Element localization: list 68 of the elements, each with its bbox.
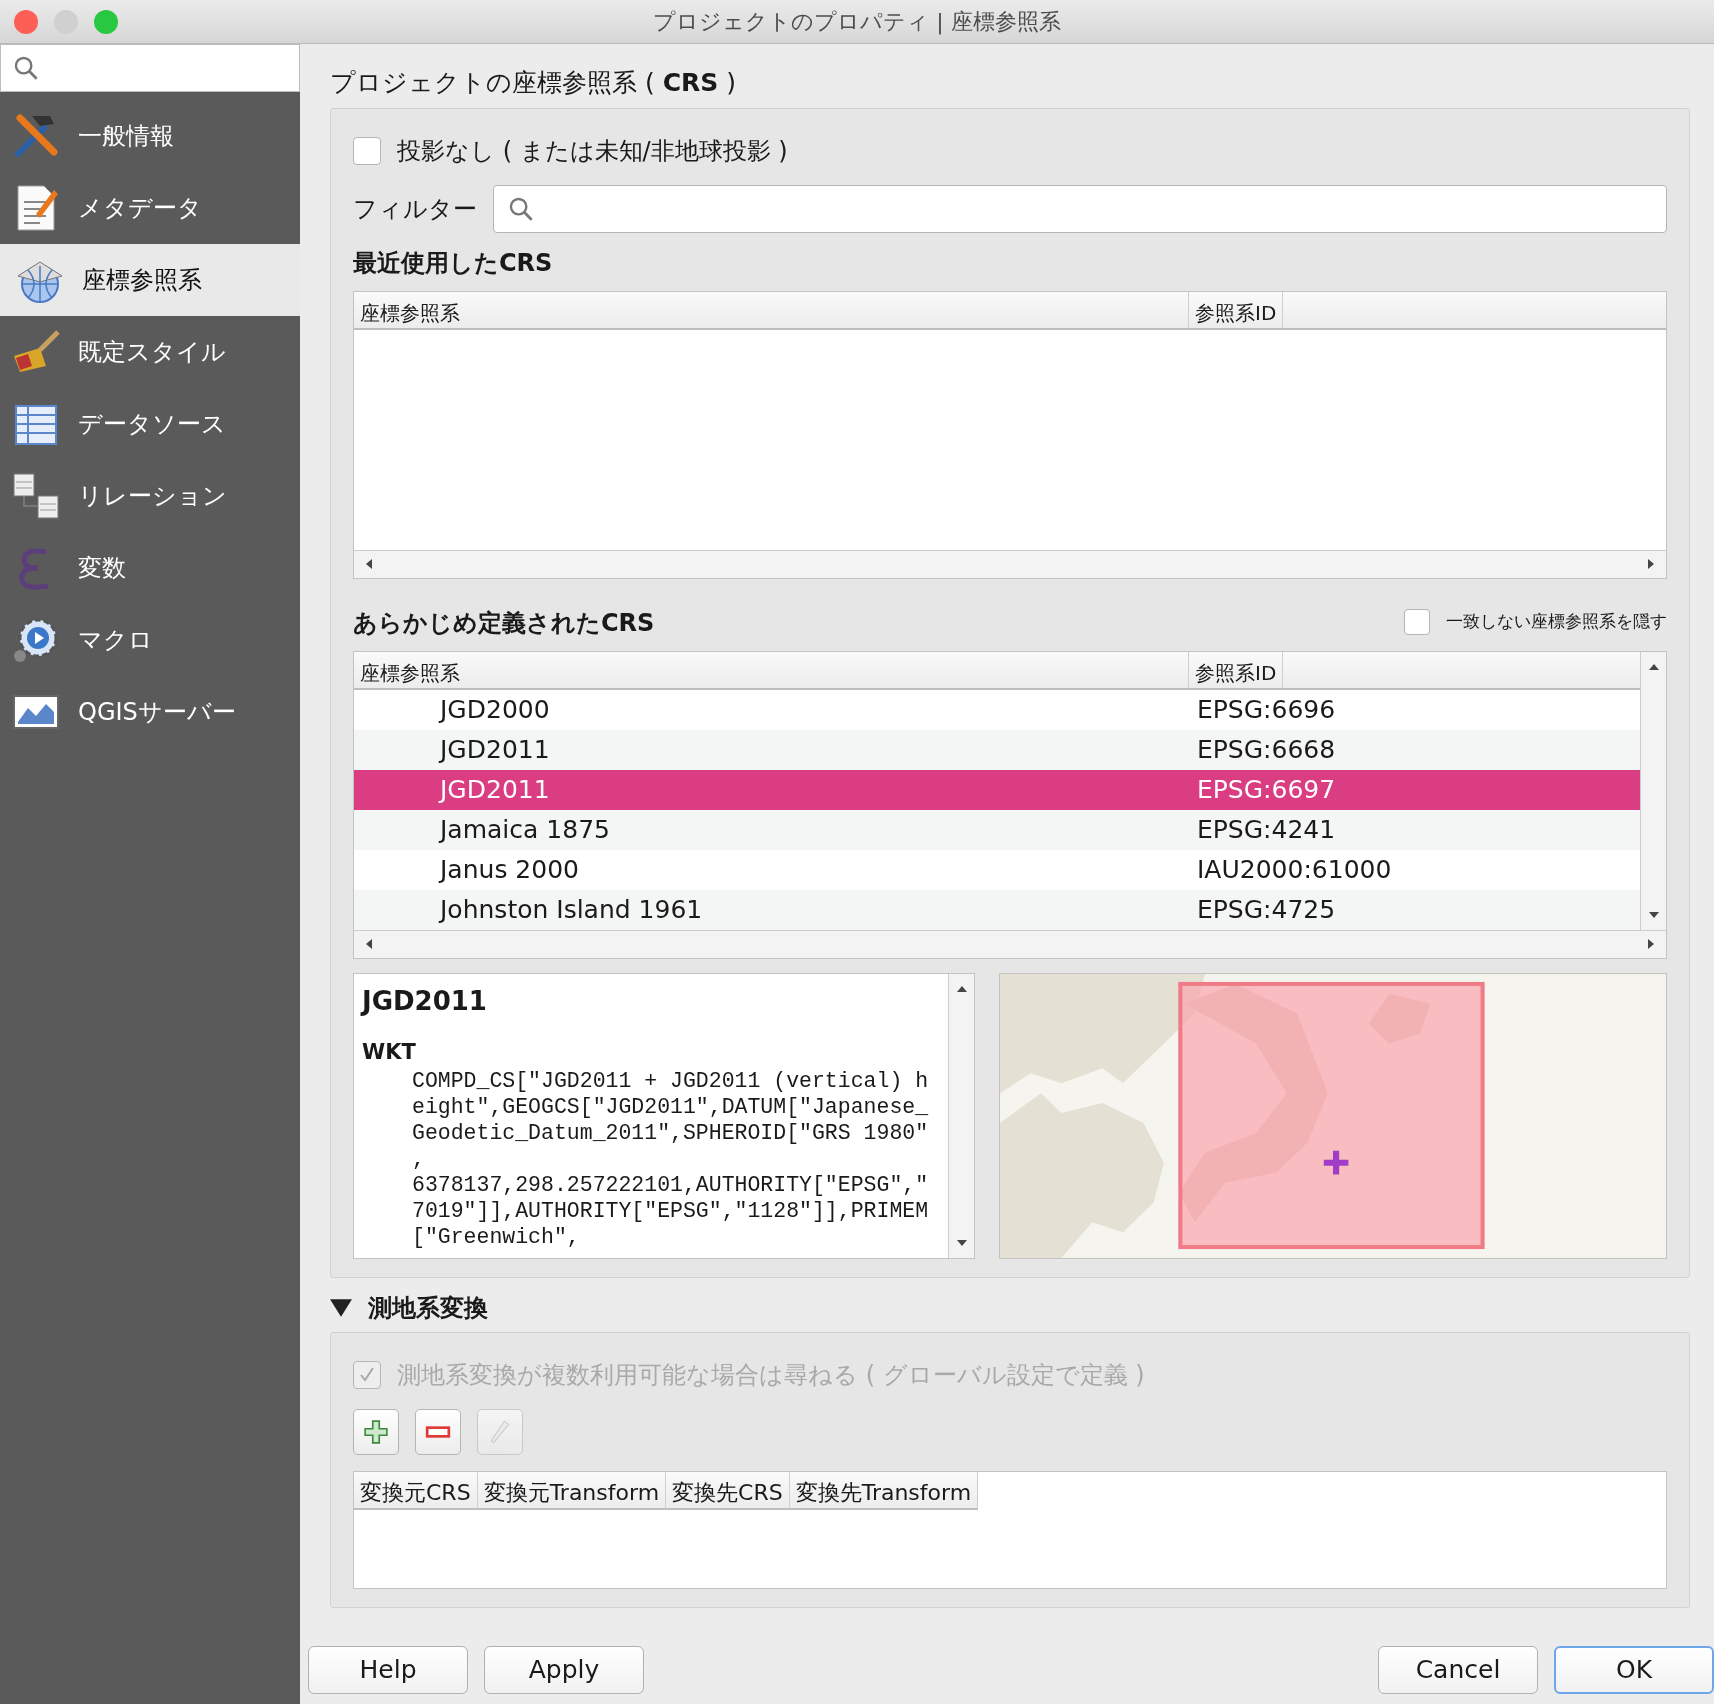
column-header[interactable]: 変換先Transform	[789, 1471, 979, 1510]
checkbox[interactable]	[353, 136, 381, 165]
sidebar-item[interactable]: データソース	[0, 388, 300, 460]
table-cell-text: EPSG:6668	[1196, 733, 1336, 766]
section-title: 最近使用したCRS	[353, 247, 554, 279]
dialog-button[interactable]: Cancel	[1378, 1646, 1538, 1694]
scrollbar[interactable]	[1640, 651, 1666, 930]
column-header[interactable]: 座標参照系	[354, 651, 1189, 688]
plus-button[interactable]	[353, 1408, 399, 1455]
table-cell-text: EPSG:6696	[1196, 693, 1336, 726]
scrollbar[interactable]	[948, 973, 974, 1258]
column-header[interactable]: 変換元Transform	[477, 1471, 667, 1510]
table-row[interactable]: JGD2000 EPSG:6696	[354, 689, 1640, 730]
column-header[interactable]: 座標参照系	[354, 291, 1189, 328]
dialog-button[interactable]: OK	[1554, 1646, 1714, 1694]
table-row[interactable]: Johnston Island 1961 EPSG:4725	[354, 889, 1640, 930]
table-cell-text: JGD2011	[437, 773, 551, 806]
table-cell-text: EPSG:4241	[1196, 813, 1336, 846]
sidebar-item[interactable]: マクロ	[0, 604, 300, 676]
column-header[interactable]: 変換先CRS	[666, 1471, 790, 1510]
checkbox-label: 投影なし ( または未知/非地球投影 )	[397, 135, 788, 167]
table-cell-text: Jamaica 1875	[437, 813, 611, 846]
wkt-label: WKT	[362, 1038, 417, 1066]
table-cell-text: EPSG:6697	[1196, 773, 1336, 806]
section-title: 測地系変換	[368, 1292, 488, 1324]
dialog-button[interactable]: Apply	[484, 1646, 644, 1694]
checkbox-label: 一致しない座標参照系を隠す	[1446, 609, 1667, 633]
table-row[interactable]: JGD2011 EPSG:6697	[354, 769, 1640, 810]
close-window-icon[interactable]	[14, 10, 38, 34]
checkbox-label: 測地系変換が複数利用可能な場合は尋ねる ( グローバル設定で定義 )	[397, 1359, 1145, 1391]
search-icon	[13, 55, 39, 81]
table-cell-text: JGD2011	[437, 733, 551, 766]
sidebar-item[interactable]: メタデータ	[0, 172, 300, 244]
column-header[interactable]: 変換元CRS	[354, 1471, 478, 1510]
table-cell-text: Johnston Island 1961	[437, 893, 704, 926]
scrollbar[interactable]	[354, 549, 1666, 578]
filter-field[interactable]	[493, 184, 1667, 233]
wkt-text: COMPD_CS["JGD2011 + JGD2011 (vertical) h eight",GEOGCS["JGD2011",DATUM["Japanese_ Geodetic_Datum_2011",SPHEROID["GRS 1980" , 6378137,298.257222101,AUTHORITY["EPSG"," 7019"]],AUTHORITY["EPSG","1128"]],PRIMEM ["Greenwich",	[411, 1068, 930, 1250]
scrollbar[interactable]	[354, 929, 1666, 958]
column-header[interactable]: 参照系ID	[1189, 651, 1284, 688]
checkbox[interactable]	[1404, 608, 1430, 635]
search-field[interactable]	[0, 44, 300, 92]
table-cell-text: EPSG:4725	[1196, 893, 1336, 926]
section-title: あらかじめ定義されたCRS	[353, 607, 655, 639]
crs-title: JGD2011	[362, 984, 488, 1018]
sidebar-item[interactable]: 一般情報	[0, 100, 300, 172]
plus-icon	[363, 1418, 389, 1445]
collapse-triangle-icon[interactable]	[330, 1298, 352, 1317]
sidebar-item[interactable]: 座標参照系	[0, 244, 300, 316]
sidebar-item[interactable]: リレーション	[0, 460, 300, 532]
table-row[interactable]: Janus 2000 IAU2000:61000	[354, 849, 1640, 890]
maximize-window-icon[interactable]	[94, 10, 118, 34]
sidebar-item[interactable]: 変数	[0, 532, 300, 604]
dialog-button[interactable]: Help	[308, 1646, 468, 1694]
table-cell-text: IAU2000:61000	[1196, 853, 1392, 886]
table-cell-text: Janus 2000	[437, 853, 580, 886]
window-title: プロジェクトのプロパティ | 座標参照系	[653, 8, 1061, 37]
sidebar-item[interactable]: 既定スタイル	[0, 316, 300, 388]
table-row[interactable]: JGD2011 EPSG:6668	[354, 729, 1640, 770]
minus-button[interactable]	[415, 1408, 461, 1455]
filter-label: フィルター	[353, 193, 477, 225]
relation-icon	[10, 470, 62, 522]
column-header[interactable]: 参照系ID	[1189, 291, 1284, 328]
table-row[interactable]: Jamaica 1875 EPSG:4241	[354, 809, 1640, 850]
sidebar-item[interactable]: QGISサーバー	[0, 676, 300, 748]
section-heading: プロジェクトの座標参照系 ( CRS )	[330, 67, 737, 99]
table-cell-text: JGD2000	[437, 693, 551, 726]
search-icon	[508, 195, 534, 222]
